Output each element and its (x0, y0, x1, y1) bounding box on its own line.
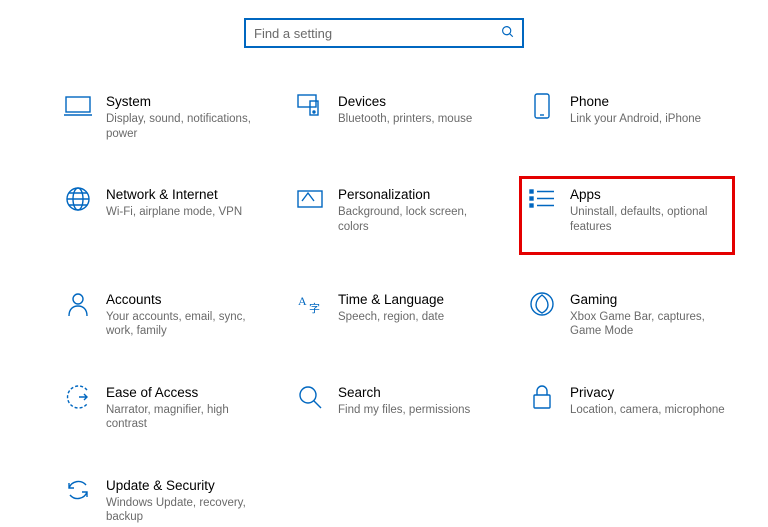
tile-title: Network & Internet (106, 187, 242, 203)
ease-of-access-icon (64, 383, 92, 411)
tile-title: Devices (338, 94, 472, 110)
tile-privacy[interactable]: Privacy Location, camera, microphone (526, 381, 728, 434)
tile-search[interactable]: Search Find my files, permissions (294, 381, 496, 434)
tile-devices[interactable]: Devices Bluetooth, printers, mouse (294, 90, 496, 143)
tile-title: Personalization (338, 187, 494, 203)
tile-title: Apps (570, 187, 722, 203)
search-box[interactable] (244, 18, 524, 48)
tile-desc: Narrator, magnifier, high contrast (106, 403, 262, 432)
tile-desc: Background, lock screen, colors (338, 205, 494, 234)
tile-title: System (106, 94, 262, 110)
tile-title: Time & Language (338, 292, 444, 308)
tile-time[interactable]: A字 Time & Language Speech, region, date (294, 288, 496, 341)
devices-icon (296, 92, 324, 120)
tile-personalization[interactable]: Personalization Background, lock screen,… (294, 183, 496, 248)
tile-accounts[interactable]: Accounts Your accounts, email, sync, wor… (62, 288, 264, 341)
tile-desc: Windows Update, recovery, backup (106, 496, 262, 525)
search-icon (501, 25, 514, 41)
accounts-icon (64, 290, 92, 318)
tile-phone[interactable]: Phone Link your Android, iPhone (526, 90, 728, 143)
apps-icon (528, 185, 556, 213)
svg-text:字: 字 (309, 301, 320, 315)
tile-desc: Find my files, permissions (338, 403, 470, 417)
tile-ease-of-access[interactable]: Ease of Access Narrator, magnifier, high… (62, 381, 264, 434)
search-input[interactable] (254, 26, 501, 41)
tile-title: Search (338, 385, 470, 401)
tile-gaming[interactable]: Gaming Xbox Game Bar, captures, Game Mod… (526, 288, 728, 341)
tile-desc: Display, sound, notifications, power (106, 112, 262, 141)
tile-title: Privacy (570, 385, 725, 401)
lock-icon (528, 383, 556, 411)
tile-desc: Link your Android, iPhone (570, 112, 701, 126)
tile-desc: Your accounts, email, sync, work, family (106, 310, 262, 339)
gaming-icon (528, 290, 556, 318)
tile-title: Ease of Access (106, 385, 262, 401)
globe-icon (64, 185, 92, 213)
update-icon (64, 476, 92, 504)
tile-update[interactable]: Update & Security Windows Update, recove… (62, 474, 264, 527)
tile-desc: Xbox Game Bar, captures, Game Mode (570, 310, 726, 339)
phone-icon (528, 92, 556, 120)
tile-desc: Wi-Fi, airplane mode, VPN (106, 205, 242, 219)
tile-system[interactable]: System Display, sound, notifications, po… (62, 90, 264, 143)
system-icon (64, 92, 92, 120)
tile-title: Phone (570, 94, 701, 110)
search-container (0, 0, 768, 90)
svg-text:A: A (298, 294, 307, 308)
time-language-icon: A字 (296, 290, 324, 318)
tile-title: Update & Security (106, 478, 262, 494)
tile-title: Gaming (570, 292, 726, 308)
personalization-icon (296, 185, 324, 213)
tile-desc: Uninstall, defaults, optional features (570, 205, 722, 234)
tile-network[interactable]: Network & Internet Wi-Fi, airplane mode,… (62, 183, 264, 248)
tile-apps[interactable]: Apps Uninstall, defaults, optional featu… (526, 183, 728, 248)
tile-title: Accounts (106, 292, 262, 308)
tile-desc: Location, camera, microphone (570, 403, 725, 417)
settings-grid: System Display, sound, notifications, po… (0, 90, 768, 527)
search-category-icon (296, 383, 324, 411)
tile-desc: Bluetooth, printers, mouse (338, 112, 472, 126)
tile-desc: Speech, region, date (338, 310, 444, 324)
